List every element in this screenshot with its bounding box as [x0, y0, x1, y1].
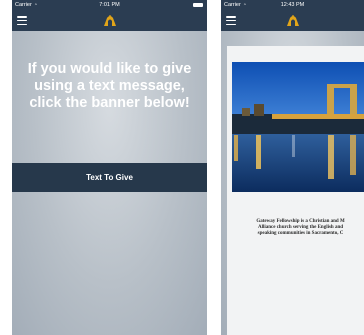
status-time: 12:43 PM: [280, 2, 305, 8]
hamburger-menu-icon[interactable]: [17, 16, 27, 26]
status-bar: Carrier ◔ 7:01 PM: [12, 0, 207, 11]
city-bridge-photo: [232, 62, 364, 192]
phone-screen-about: Carrier ◔ 12:43 PM Gateway Fellowship is…: [221, 0, 364, 335]
nav-bar: [12, 11, 207, 31]
church-logo-icon: [103, 14, 117, 27]
give-content: If you would like to give using a text m…: [12, 31, 207, 335]
hamburger-menu-icon[interactable]: [226, 16, 236, 26]
nav-bar: [221, 11, 364, 31]
phone-screen-text-to-give: Carrier ◔ 7:01 PM If you would like to g…: [12, 0, 207, 335]
status-time: 7:01 PM: [99, 2, 120, 8]
status-bar: Carrier ◔ 12:43 PM: [221, 0, 364, 11]
give-instructions: If you would like to give using a text m…: [27, 61, 192, 111]
text-to-give-button[interactable]: Text To Give: [12, 163, 207, 192]
battery-icon: [193, 3, 203, 7]
about-description: Gateway Fellowship is a Christian and M …: [256, 219, 345, 236]
about-content: Gateway Fellowship is a Christian and M …: [221, 31, 364, 335]
about-card: Gateway Fellowship is a Christian and M …: [227, 46, 364, 335]
church-logo-icon: [286, 14, 300, 27]
